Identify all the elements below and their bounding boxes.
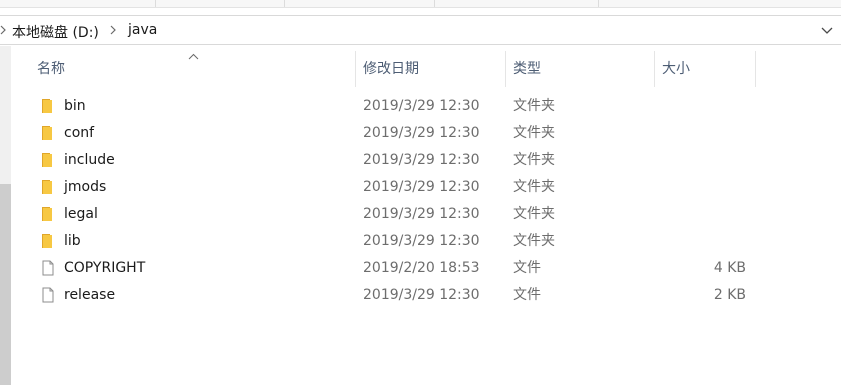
column-header-row: 名称 修改日期 类型 大小 (22, 51, 756, 87)
navigation-pane-scrollbar[interactable] (0, 46, 11, 385)
chevron-right-icon[interactable] (0, 22, 8, 42)
file-date: 2019/3/29 12:30 (363, 179, 480, 195)
folder-icon (40, 125, 56, 141)
file-date: 2019/3/29 12:30 (363, 233, 480, 249)
table-row[interactable]: conf 2019/3/29 12:30 文件夹 (22, 120, 756, 147)
column-divider[interactable] (505, 51, 506, 87)
column-header-type[interactable]: 类型 (513, 51, 541, 87)
sort-ascending-icon (188, 51, 199, 64)
folder-icon (40, 179, 56, 195)
folder-icon (40, 206, 56, 222)
scrollbar-thumb[interactable] (0, 184, 11, 385)
file-name: release (64, 287, 116, 303)
file-size (662, 228, 746, 255)
file-name: legal (64, 206, 98, 222)
file-type: 文件 (513, 287, 541, 303)
file-size (662, 120, 746, 147)
table-row[interactable]: jmods 2019/3/29 12:30 文件夹 (22, 174, 756, 201)
table-row[interactable]: legal 2019/3/29 12:30 文件夹 (22, 201, 756, 228)
file-name: bin (64, 98, 86, 114)
breadcrumb-folder[interactable]: java (128, 22, 157, 38)
file-type: 文件夹 (513, 179, 555, 195)
file-name: jmods (64, 179, 107, 195)
ribbon-edge (0, 0, 841, 8)
file-name: COPYRIGHT (64, 260, 146, 276)
folder-icon (40, 152, 56, 168)
file-type: 文件夹 (513, 152, 555, 168)
file-name: include (64, 152, 115, 168)
column-header-date[interactable]: 修改日期 (363, 51, 419, 87)
file-size: 2 KB (713, 287, 746, 303)
folder-icon (40, 98, 56, 114)
file-icon (40, 287, 56, 303)
column-header-name[interactable]: 名称 (37, 51, 65, 87)
chevron-down-icon[interactable] (819, 22, 835, 38)
column-divider[interactable] (654, 51, 655, 87)
column-divider[interactable] (355, 51, 356, 87)
file-date: 2019/3/29 12:30 (363, 287, 480, 303)
file-date: 2019/3/29 12:30 (363, 98, 480, 114)
file-size (662, 174, 746, 201)
file-type: 文件夹 (513, 125, 555, 141)
file-type: 文件夹 (513, 233, 555, 249)
file-date: 2019/2/20 18:53 (363, 260, 480, 276)
file-date: 2019/3/29 12:30 (363, 125, 480, 141)
file-type: 文件夹 (513, 98, 555, 114)
ribbon-separator (598, 0, 599, 7)
table-row[interactable]: include 2019/3/29 12:30 文件夹 (22, 147, 756, 174)
table-row[interactable]: lib 2019/3/29 12:30 文件夹 (22, 228, 756, 255)
file-type: 文件 (513, 260, 541, 276)
file-icon (40, 260, 56, 276)
file-size (662, 93, 746, 120)
column-header-size[interactable]: 大小 (662, 51, 690, 87)
file-type: 文件夹 (513, 206, 555, 222)
ribbon-separator (155, 0, 156, 7)
folder-icon (40, 233, 56, 249)
table-row[interactable]: release 2019/3/29 12:30 文件 2 KB (22, 282, 756, 309)
address-bar[interactable]: 本地磁盘 (D:) java (0, 15, 841, 45)
table-row[interactable]: bin 2019/3/29 12:30 文件夹 (22, 93, 756, 120)
ribbon-separator (284, 0, 285, 7)
breadcrumb-drive[interactable]: 本地磁盘 (D:) (12, 22, 99, 42)
file-name: conf (64, 125, 95, 141)
table-row[interactable]: COPYRIGHT 2019/2/20 18:53 文件 4 KB (22, 255, 756, 282)
file-size (662, 201, 746, 228)
column-divider[interactable] (755, 51, 756, 87)
file-size (662, 147, 746, 174)
file-name: lib (64, 233, 81, 249)
file-date: 2019/3/29 12:30 (363, 152, 480, 168)
ribbon-separator (434, 0, 435, 7)
chevron-right-icon[interactable] (110, 22, 118, 42)
file-size: 4 KB (713, 260, 746, 276)
file-date: 2019/3/29 12:30 (363, 206, 480, 222)
